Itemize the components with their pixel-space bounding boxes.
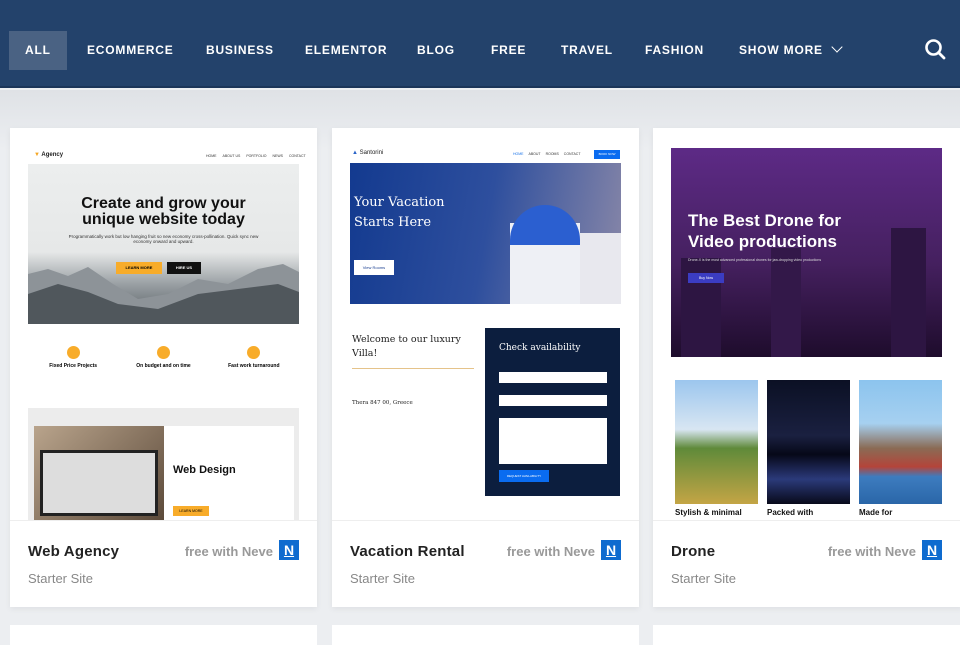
nav-elementor[interactable]: Elementor (305, 31, 387, 70)
card-footer: Vacation Rental Starter Site free with N… (332, 520, 639, 607)
nav-all[interactable]: All (9, 31, 67, 70)
form-title: Check availability (499, 343, 581, 353)
next-card[interactable] (10, 625, 317, 645)
preview-headline: Your Vacation Starts Here (354, 195, 445, 230)
nav-blog[interactable]: Blog (417, 31, 455, 70)
preview-hero: Your Vacation Starts Here View Rooms (350, 163, 621, 304)
card-title[interactable]: Drone (671, 543, 715, 560)
preview-form: Check availability REQUEST AVAILABILITY (485, 328, 620, 496)
preview-text: Drone-X is the most advanced professiona… (688, 258, 822, 262)
template-card-vacation-rental[interactable]: ▲ Santorini HOME ABOUT ROOMS CONTACT BOOK N… (332, 128, 639, 607)
preview-buy-now: Buy Now (688, 273, 724, 283)
preview-learn-more: LEARN MORE (116, 262, 162, 274)
harbor-image (859, 380, 942, 504)
nav-free[interactable]: Free (491, 31, 526, 70)
preview-request-btn: REQUEST AVAILABILITY (499, 470, 549, 482)
card-title[interactable]: Web Agency (28, 543, 119, 560)
card-title[interactable]: Vacation Rental (350, 543, 465, 560)
preview-section: Web Design LEARN MORE (28, 408, 299, 520)
preview-book-now: BOOK NOW (594, 150, 620, 159)
free-badge: free with Neve (184, 544, 273, 559)
preview-headline: Create and grow your unique website toda… (81, 195, 246, 228)
neve-logo-icon: N (279, 540, 299, 560)
template-card-drone[interactable]: The Best Drone for Video productions Dro… (653, 128, 960, 607)
field-image (675, 380, 758, 504)
preview-hire-us: HIRE US (167, 262, 201, 274)
show-more-label: Show more (739, 43, 823, 57)
preview-brand: ▼ Agency (34, 152, 64, 158)
free-badge: free with Neve (506, 544, 595, 559)
nav-business[interactable]: Business (206, 31, 274, 70)
search-icon[interactable] (924, 38, 946, 60)
preview-hero: Create and grow your unique website toda… (28, 164, 299, 324)
nav-ecommerce[interactable]: Ecommerce (87, 31, 174, 70)
preview-section-btn: LEARN MORE (173, 506, 209, 516)
preview-address: Thera 847 00, Greece (352, 400, 413, 406)
next-card[interactable] (332, 625, 639, 645)
preview-view-rooms: View Rooms (354, 260, 394, 275)
card-footer: Drone Starter Site free with Neve N (653, 520, 960, 607)
preview-feature: Stylish & minimal (675, 508, 742, 517)
preview-menu: HOME ABOUT US PORTFOLIO NEWS CONTACT (206, 154, 306, 158)
preview-feature: Packed with (767, 508, 814, 517)
preview-section-title: Web Design (173, 464, 236, 476)
preview-headline: The Best Drone for Video productions (688, 211, 842, 251)
category-nav: All Ecommerce Business Elementor Blog Fr… (0, 0, 960, 88)
card-footer: Web Agency Starter Site free with Neve N (10, 520, 317, 607)
preview-welcome: Welcome to our luxury Villa! (352, 334, 461, 359)
nav-fashion[interactable]: Fashion (645, 31, 704, 70)
neve-logo-icon: N (922, 540, 942, 560)
nav-show-more[interactable]: Show more (739, 31, 843, 70)
preview-features: Fixed Price Projects On budget and on ti… (28, 346, 299, 369)
preview-menu: HOME ABOUT ROOMS CONTACT (513, 152, 581, 156)
mountains-image (28, 264, 299, 324)
neve-logo-icon: N (601, 540, 621, 560)
preview-hero: The Best Drone for Video productions Dro… (671, 148, 942, 357)
preview-text: Programmatically work but low hanging fr… (68, 234, 259, 244)
preview-feature: Made for (859, 508, 893, 517)
laptop-image (34, 426, 164, 520)
divider (352, 368, 474, 369)
card-subtitle: Starter Site (28, 571, 94, 586)
free-badge: free with Neve (827, 544, 916, 559)
night-city-image (767, 380, 850, 504)
template-card-web-agency[interactable]: ▼ Agency HOME ABOUT US PORTFOLIO NEWS CONTAC… (10, 128, 317, 607)
nav-travel[interactable]: Travel (561, 31, 613, 70)
chevron-down-icon (831, 41, 843, 53)
preview-brand: ▲ Santorini (352, 150, 384, 156)
card-subtitle: Starter Site (350, 571, 416, 586)
card-subtitle: Starter Site (671, 571, 737, 586)
next-card[interactable] (653, 625, 960, 645)
